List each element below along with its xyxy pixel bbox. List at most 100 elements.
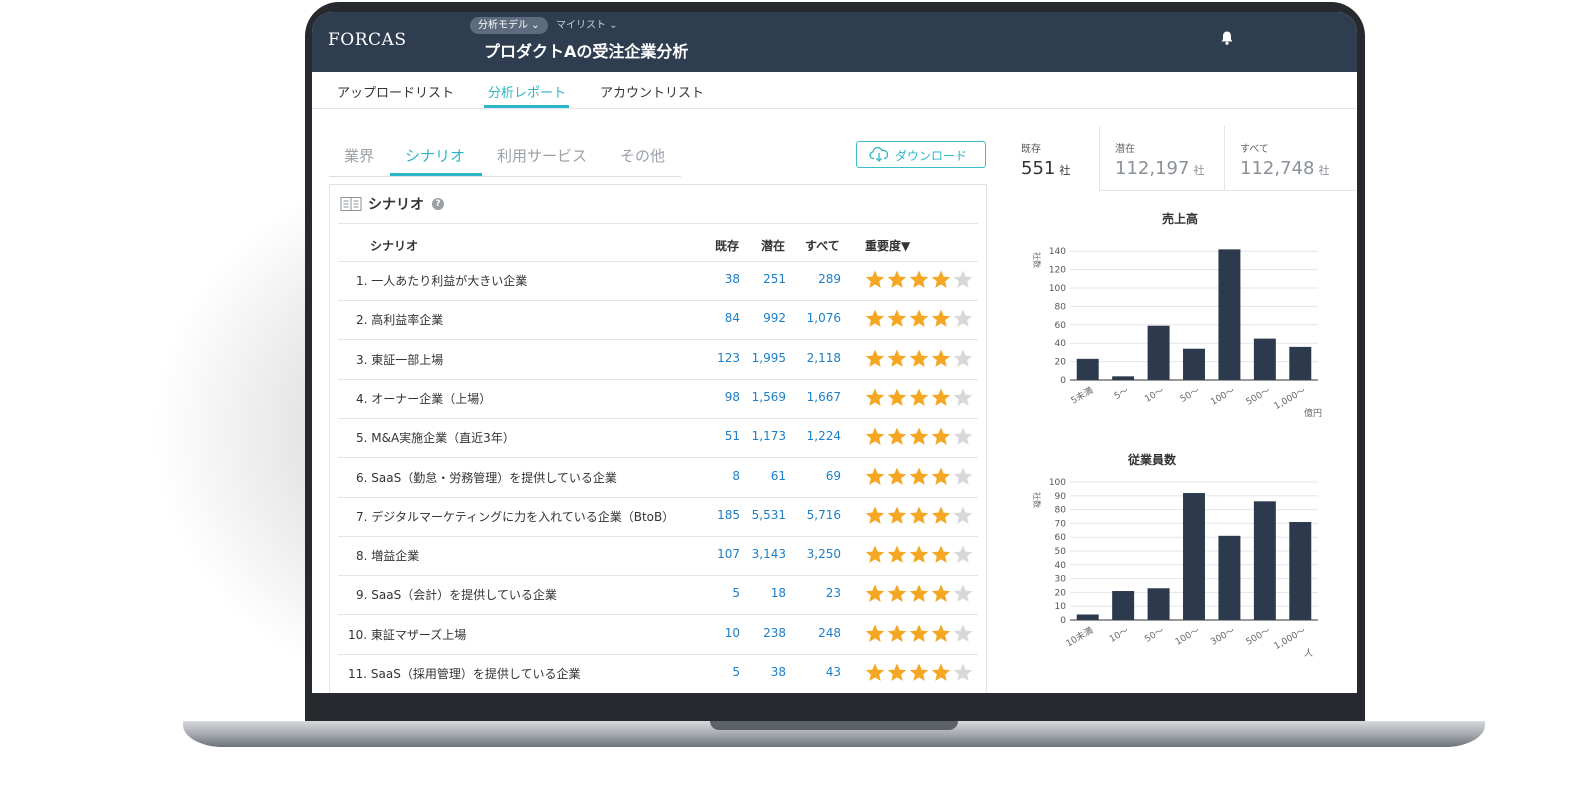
- all-count[interactable]: 3,250: [807, 547, 841, 561]
- potential-count[interactable]: 251: [763, 272, 786, 286]
- existing-count[interactable]: 5: [732, 586, 740, 600]
- star-icon: [865, 349, 885, 367]
- y-tick-label: 50: [1055, 547, 1067, 557]
- top-bar: FORCAS 分析モデル ⌄ マイリスト ⌄ プロダクトAの受注企業分析: [312, 12, 1357, 72]
- col-importance[interactable]: 重要度▼: [865, 237, 910, 254]
- tab-industry[interactable]: 業界: [344, 145, 374, 166]
- table-row[interactable]: 9. SaaS（会計）を提供している企業 5 18 23: [338, 575, 978, 616]
- all-count[interactable]: 1,667: [807, 390, 841, 404]
- existing-count[interactable]: 107: [717, 547, 740, 561]
- all-count[interactable]: 248: [818, 626, 841, 640]
- table-row[interactable]: 1. 一人あたり利益が大きい企業 38 251 289: [338, 261, 978, 301]
- potential-count[interactable]: 992: [763, 311, 786, 325]
- help-icon[interactable]: ?: [432, 198, 444, 210]
- all-count[interactable]: 2,118: [807, 351, 841, 365]
- tab-scenario[interactable]: シナリオ: [405, 145, 465, 166]
- existing-count[interactable]: 8: [732, 469, 740, 483]
- table-row[interactable]: 11. SaaS（採用管理）を提供している企業 5 38 43: [338, 654, 978, 693]
- existing-count[interactable]: 5: [732, 665, 740, 679]
- scenario-name[interactable]: 6. SaaS（勤怠・労務管理）を提供している企業: [356, 469, 617, 486]
- scenario-name[interactable]: 4. オーナー企業（上場）: [356, 390, 491, 407]
- kpi-existing[interactable]: 既存 551 社: [1006, 126, 1098, 190]
- table-row[interactable]: 7. デジタルマーケティングに力を入れている企業（BtoB） 185 5,531 5,…: [338, 497, 978, 537]
- star-icon: [865, 427, 885, 446]
- kpi-potential[interactable]: 潜在 112,197 社: [1099, 126, 1224, 191]
- tab-services[interactable]: 利用サービス: [497, 145, 587, 166]
- screen: FORCAS 分析モデル ⌄ マイリスト ⌄ プロダクトAの受注企業分析 アップ…: [312, 12, 1357, 693]
- all-count[interactable]: 43: [826, 665, 841, 679]
- scenario-name[interactable]: 7. デジタルマーケティングに力を入れている企業（BtoB）: [356, 508, 674, 525]
- table-row[interactable]: 3. 東証一部上場 123 1,995 2,118: [338, 340, 978, 380]
- bar[interactable]: [1147, 325, 1170, 380]
- bar[interactable]: [1183, 493, 1205, 620]
- all-count[interactable]: 23: [826, 586, 841, 600]
- potential-count[interactable]: 3,143: [752, 547, 786, 561]
- col-potential[interactable]: 潜在: [761, 237, 785, 254]
- table-row[interactable]: 10. 東証マザーズ上場 10 238 248: [338, 615, 978, 655]
- existing-count[interactable]: 98: [725, 390, 740, 404]
- col-all[interactable]: すべて: [805, 237, 840, 254]
- tab-other[interactable]: その他: [620, 145, 665, 166]
- model-selector[interactable]: 分析モデル ⌄: [470, 17, 548, 34]
- potential-count[interactable]: 5,531: [752, 508, 786, 522]
- bar[interactable]: [1183, 348, 1205, 380]
- bar[interactable]: [1076, 358, 1099, 380]
- all-count[interactable]: 69: [826, 469, 841, 483]
- potential-count[interactable]: 238: [763, 626, 786, 640]
- bar[interactable]: [1253, 338, 1276, 380]
- potential-count[interactable]: 1,173: [752, 429, 786, 443]
- bell-icon[interactable]: [1219, 30, 1235, 46]
- scenario-name[interactable]: 8. 増益企業: [356, 547, 419, 564]
- bar[interactable]: [1112, 376, 1135, 380]
- all-count[interactable]: 1,224: [807, 429, 841, 443]
- mylist-dropdown[interactable]: マイリスト ⌄: [556, 17, 618, 34]
- bar[interactable]: [1218, 535, 1241, 620]
- all-count[interactable]: 289: [818, 272, 841, 286]
- table-row[interactable]: 6. SaaS（勤怠・労務管理）を提供している企業 8 61 69: [338, 458, 978, 498]
- table-row[interactable]: 5. M&A実施企業（直近3年） 51 1,173 1,224: [338, 418, 978, 459]
- all-count[interactable]: 5,716: [807, 508, 841, 522]
- y-tick-label: 40: [1055, 561, 1067, 571]
- scenario-name[interactable]: 5. M&A実施企業（直近3年）: [356, 429, 515, 446]
- existing-count[interactable]: 10: [725, 626, 740, 640]
- bar[interactable]: [1289, 522, 1312, 620]
- table-row[interactable]: 8. 増益企業 107 3,143 3,250: [338, 536, 978, 577]
- potential-count[interactable]: 38: [771, 665, 786, 679]
- tab-account-list[interactable]: アカウントリスト: [600, 82, 704, 101]
- potential-count[interactable]: 61: [771, 469, 786, 483]
- col-existing[interactable]: 既存: [715, 237, 739, 254]
- star-icon: [865, 584, 885, 603]
- scenario-name[interactable]: 10. 東証マザーズ上場: [348, 626, 466, 643]
- scenario-name[interactable]: 11. SaaS（採用管理）を提供している企業: [348, 665, 580, 682]
- all-count[interactable]: 1,076: [807, 311, 841, 325]
- existing-count[interactable]: 123: [717, 351, 740, 365]
- scenario-name[interactable]: 1. 一人あたり利益が大きい企業: [356, 272, 527, 289]
- bar[interactable]: [1112, 591, 1135, 620]
- existing-count[interactable]: 38: [725, 272, 740, 286]
- star-icon: [931, 427, 951, 446]
- app-logo[interactable]: FORCAS: [328, 30, 406, 50]
- tab-upload-list[interactable]: アップロードリスト: [337, 82, 454, 101]
- bar[interactable]: [1076, 614, 1099, 620]
- bar[interactable]: [1253, 501, 1276, 620]
- x-tick-label: 50〜: [1143, 626, 1166, 645]
- existing-count[interactable]: 51: [725, 429, 740, 443]
- existing-count[interactable]: 84: [725, 311, 740, 325]
- table-row[interactable]: 4. オーナー企業（上場） 98 1,569 1,667: [338, 379, 978, 419]
- star-icon: [887, 545, 907, 563]
- kpi-all[interactable]: すべて 112,748 社: [1224, 126, 1357, 191]
- existing-count[interactable]: 185: [717, 508, 740, 522]
- table-row[interactable]: 2. 高利益率企業 84 992 1,076: [338, 300, 978, 341]
- bar[interactable]: [1289, 346, 1312, 380]
- bar[interactable]: [1218, 249, 1241, 380]
- scenario-name[interactable]: 9. SaaS（会計）を提供している企業: [356, 586, 557, 603]
- scenario-name[interactable]: 2. 高利益率企業: [356, 311, 443, 328]
- potential-count[interactable]: 1,569: [752, 390, 786, 404]
- scenario-name[interactable]: 3. 東証一部上場: [356, 351, 443, 368]
- bar[interactable]: [1147, 588, 1170, 620]
- potential-count[interactable]: 18: [771, 586, 786, 600]
- potential-count[interactable]: 1,995: [752, 351, 786, 365]
- tab-analysis-report[interactable]: 分析レポート: [488, 82, 566, 101]
- unit-label: 人: [1304, 648, 1313, 659]
- download-button[interactable]: ダウンロード: [856, 141, 986, 168]
